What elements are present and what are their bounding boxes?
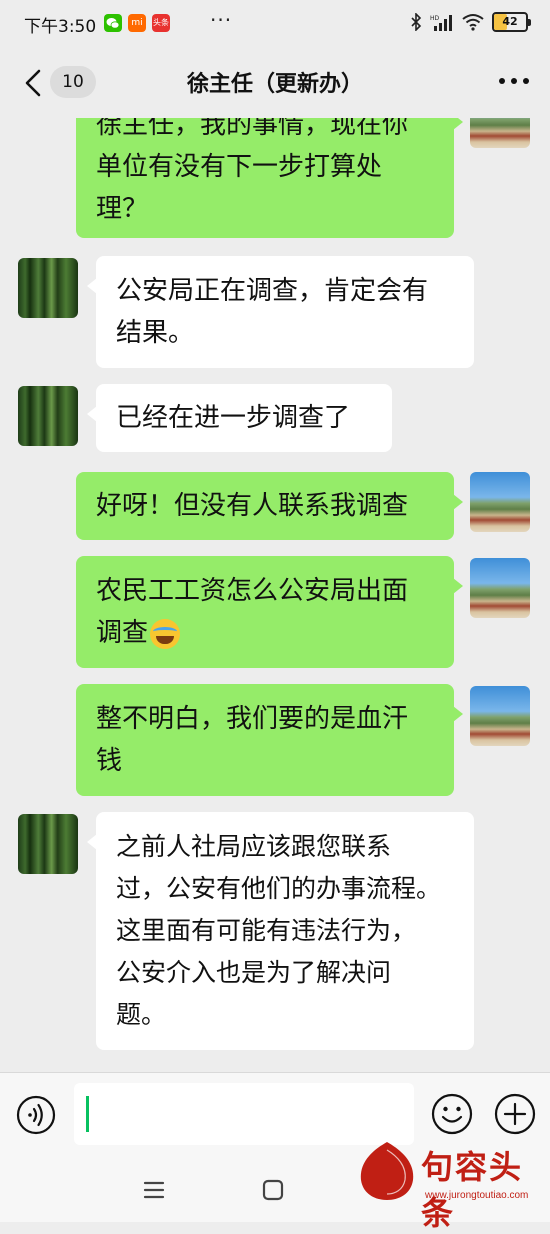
more-dots-icon[interactable]	[498, 76, 530, 86]
my-avatar[interactable]	[470, 686, 530, 746]
contact-avatar[interactable]	[18, 386, 78, 446]
text-caret	[86, 1096, 89, 1132]
message-text: 好呀！但没有人联系我调查	[96, 491, 409, 521]
bluetooth-icon	[411, 13, 422, 31]
status-bar: 下午3:50 mi 头条 ··· HD 42	[0, 0, 550, 46]
my-avatar[interactable]	[470, 558, 530, 618]
my-avatar[interactable]	[470, 472, 530, 532]
battery-percent: 42	[502, 15, 518, 28]
status-time: 下午3:50	[24, 17, 97, 37]
home-square-icon[interactable]	[262, 1179, 284, 1201]
voice-icon[interactable]	[16, 1095, 56, 1135]
message-text: 徐主任，我的事情，现在你 单位有没有下一步打算处 理？	[96, 118, 409, 224]
chat-title: 徐主任（更新办）	[186, 72, 363, 97]
message-bubble-incoming[interactable]: 之前人社局应该跟您联系 过，公安有他们的办事流程。 这里面有可能有违法行为， 公…	[87, 812, 474, 1050]
menu-icon[interactable]	[142, 1180, 166, 1200]
message-bubble-outgoing[interactable]: 农民工工资怎么公安局出面 调查	[76, 556, 463, 668]
watermark-name: 句容头条	[421, 1148, 524, 1232]
watermark-seal-logo	[360, 1142, 414, 1200]
plus-icon[interactable]	[494, 1093, 536, 1135]
watermark-url: www.jurongtoutiao.com	[425, 1190, 529, 1201]
smiley-icon[interactable]	[431, 1093, 473, 1135]
message-bubble-incoming[interactable]: 已经在进一步调查了	[87, 384, 392, 452]
battery-indicator: 42	[492, 12, 531, 32]
mi-app-icon: mi	[128, 14, 146, 32]
svg-text:HD: HD	[430, 15, 440, 22]
crying-laugh-emoji-icon	[150, 618, 181, 649]
message-text: 已经在进一步调查了	[116, 403, 351, 433]
message-text: 之前人社局应该跟您联系 过，公安有他们的办事流程。 这里面有可能有违法行为， 公…	[116, 832, 442, 1029]
message-text: 农民工工资怎么公安局出面 调查	[96, 576, 409, 649]
status-indicators: HD 42	[410, 12, 531, 32]
wechat-app-icon	[104, 14, 122, 32]
my-avatar[interactable]	[470, 118, 530, 148]
message-text: 整不明白，我们要的是血汗 钱	[96, 704, 409, 776]
message-input[interactable]	[74, 1083, 414, 1145]
message-bubble-outgoing[interactable]: 好呀！但没有人联系我调查	[76, 472, 463, 540]
message-bubble-outgoing[interactable]: 整不明白，我们要的是血汗 钱	[76, 684, 463, 796]
message-bubble-incoming[interactable]: 公安局正在调查，肯定会有 结果。	[87, 256, 474, 368]
notification-more-icon: ···	[210, 8, 233, 32]
contact-avatar[interactable]	[18, 814, 78, 874]
message-text: 公安局正在调查，肯定会有 结果。	[116, 276, 429, 348]
message-list[interactable]: 徐主任，我的事情，现在你 单位有没有下一步打算处 理？ 公安局正在调查，肯定会有…	[0, 118, 550, 1070]
message-bubble-outgoing[interactable]: 徐主任，我的事情，现在你 单位有没有下一步打算处 理？	[76, 118, 463, 238]
watermark: 句容头条 www.jurongtoutiao.com	[357, 1140, 547, 1232]
chat-header: 10 徐主任（更新办）	[0, 46, 550, 118]
contact-avatar[interactable]	[18, 258, 78, 318]
toutiao-app-icon: 头条	[152, 14, 170, 32]
wifi-icon	[462, 14, 484, 31]
hd-signal-icon: HD	[430, 15, 452, 31]
